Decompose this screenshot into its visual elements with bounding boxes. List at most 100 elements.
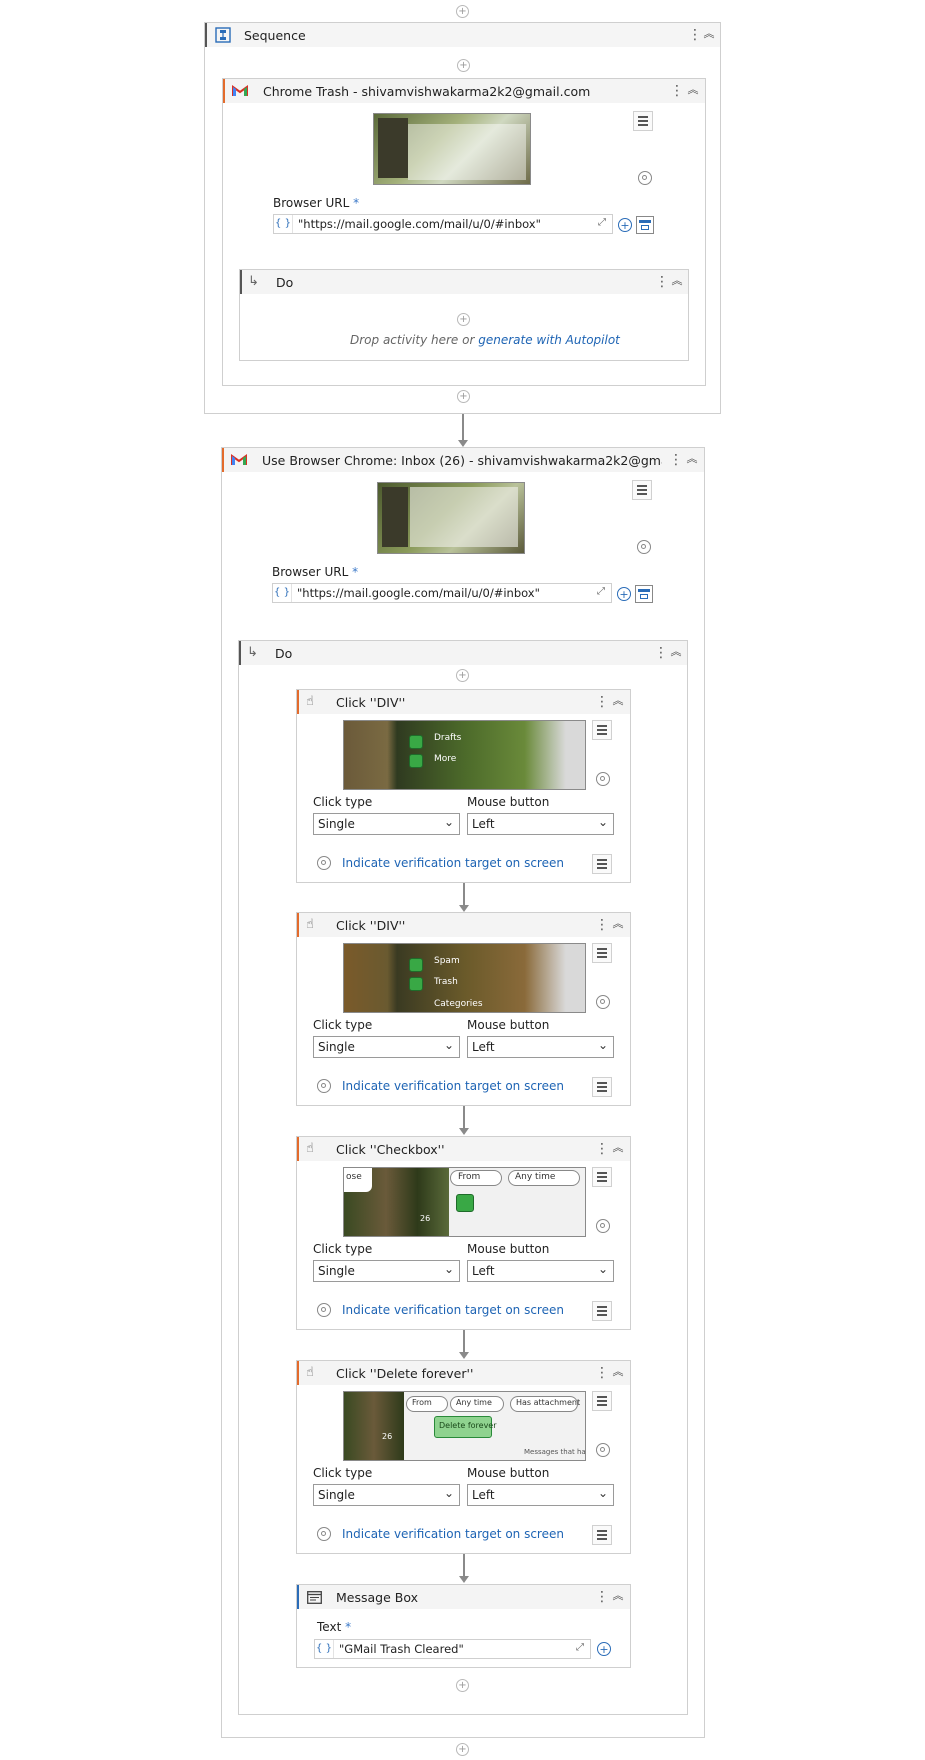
click-activity[interactable]: ☝ Click ''Delete forever'' ⋮ ︽ 26 From A… [296, 1360, 631, 1554]
click-type-select[interactable]: Single ⌄ [313, 813, 460, 835]
add-activity-icon[interactable]: + [456, 5, 469, 18]
message-box-header[interactable]: Message Box ⋮ ︽ [297, 1585, 630, 1609]
kebab-icon[interactable]: ⋮ [688, 27, 702, 43]
verification-link[interactable]: Indicate verification target on screen [342, 1079, 564, 1093]
kebab-icon[interactable]: ⋮ [655, 274, 669, 290]
mouse-button-select[interactable]: Left ⌄ [467, 813, 614, 835]
browser-url-field[interactable]: { } "https://mail.google.com/mail/u/0/#i… [273, 214, 613, 234]
browser-screenshot-thumbnail[interactable] [373, 113, 531, 185]
collapse-icon[interactable]: ︽ [669, 644, 683, 660]
chrome-trash-header[interactable]: Chrome Trash - shivamvishwakarma2k2@gmai… [223, 79, 705, 103]
collapse-icon[interactable]: ︽ [611, 916, 625, 932]
collapse-icon[interactable]: ︽ [611, 1140, 625, 1156]
expand-icon[interactable]: ⤢ [576, 1642, 584, 1653]
menu-icon[interactable] [592, 720, 612, 740]
expression-icon: { } [315, 1640, 334, 1658]
browser-url-label: Browser URL * [272, 565, 359, 579]
click-header[interactable]: ☝ Click ''Checkbox'' ⋮ ︽ [297, 1137, 630, 1161]
click-type-select[interactable]: Single ⌄ [313, 1260, 460, 1282]
sequence-container: Sequence ⋮ ︽ + Chrome Trash - shivamvish… [204, 22, 721, 414]
collapse-icon[interactable]: ︽ [686, 82, 700, 98]
menu-icon[interactable] [592, 1525, 612, 1545]
target-icon[interactable] [596, 1443, 610, 1457]
collapse-icon[interactable]: ︽ [611, 693, 625, 709]
menu-icon[interactable] [632, 480, 652, 500]
click-activity[interactable]: ☝ Click ''DIV'' ⋮ ︽ Drafts More Click ty… [296, 689, 631, 883]
mouse-button-select[interactable]: Left ⌄ [467, 1036, 614, 1058]
collapse-icon[interactable]: ︽ [702, 26, 716, 42]
click-icon: ☝ [306, 917, 314, 932]
menu-icon[interactable] [592, 943, 612, 963]
target-screenshot[interactable]: Spam Trash Categories [343, 943, 586, 1013]
kebab-icon[interactable]: ⋮ [669, 452, 683, 468]
kebab-icon[interactable]: ⋮ [595, 694, 609, 710]
add-activity-icon[interactable]: + [456, 1743, 469, 1756]
collapse-icon[interactable]: ︽ [611, 1364, 625, 1380]
window-icon[interactable] [636, 216, 654, 234]
add-variable-icon[interactable]: + [618, 218, 632, 232]
kebab-icon[interactable]: ⋮ [595, 1141, 609, 1157]
verification-link[interactable]: Indicate verification target on screen [342, 1303, 564, 1317]
target-icon[interactable] [637, 540, 651, 554]
mouse-button-label: Mouse button [467, 1466, 550, 1480]
expand-icon[interactable]: ⤢ [598, 217, 606, 228]
mouse-button-select[interactable]: Left ⌄ [467, 1484, 614, 1506]
add-activity-icon[interactable]: + [457, 313, 470, 326]
verification-link[interactable]: Indicate verification target on screen [342, 1527, 564, 1541]
gmail-icon [231, 454, 247, 465]
use-browser-header[interactable]: Use Browser Chrome: Inbox (26) - shivamv… [222, 448, 704, 472]
message-text-field[interactable]: { } "GMail Trash Cleared" ⤢ [314, 1639, 591, 1659]
menu-icon[interactable] [592, 1391, 612, 1411]
target-icon[interactable] [596, 995, 610, 1009]
click-header[interactable]: ☝ Click ''DIV'' ⋮ ︽ [297, 913, 630, 937]
message-box-activity[interactable]: Message Box ⋮ ︽ Text * { } "GMail Trash … [296, 1584, 631, 1668]
kebab-icon[interactable]: ⋮ [654, 645, 668, 661]
menu-icon[interactable] [592, 1301, 612, 1321]
do-header[interactable]: ↳ Do ⋮ ︽ [240, 270, 688, 294]
kebab-icon[interactable]: ⋮ [595, 1589, 609, 1605]
click-activity[interactable]: ☝ Click ''Checkbox'' ⋮ ︽ ose From Any ti… [296, 1136, 631, 1330]
kebab-icon[interactable]: ⋮ [670, 83, 684, 99]
sequence-header[interactable]: Sequence ⋮ ︽ [205, 23, 720, 47]
verification-link[interactable]: Indicate verification target on screen [342, 856, 564, 870]
collapse-icon[interactable]: ︽ [611, 1588, 625, 1604]
shot-text: From [458, 1172, 481, 1182]
mouse-button-select[interactable]: Left ⌄ [467, 1260, 614, 1282]
autopilot-link[interactable]: generate with Autopilot [478, 333, 620, 347]
target-icon[interactable] [596, 1219, 610, 1233]
kebab-icon[interactable]: ⋮ [595, 1365, 609, 1381]
click-type-select[interactable]: Single ⌄ [313, 1484, 460, 1506]
mouse-button-label: Mouse button [467, 795, 550, 809]
add-variable-icon[interactable]: + [597, 1642, 611, 1656]
do-header[interactable]: ↳ Do ⋮ ︽ [239, 641, 687, 665]
menu-icon[interactable] [633, 111, 653, 131]
message-text-value: "GMail Trash Cleared" [339, 1642, 464, 1656]
add-activity-icon[interactable]: + [457, 390, 470, 403]
chrome-trash-activity[interactable]: Chrome Trash - shivamvishwakarma2k2@gmai… [222, 78, 706, 386]
add-activity-icon[interactable]: + [457, 59, 470, 72]
expand-icon[interactable]: ⤢ [597, 586, 605, 597]
add-activity-icon[interactable]: + [456, 1679, 469, 1692]
target-icon[interactable] [596, 772, 610, 786]
menu-icon[interactable] [592, 1167, 612, 1187]
message-box-icon [307, 1591, 322, 1604]
menu-icon[interactable] [592, 1077, 612, 1097]
target-screenshot[interactable]: ose From Any time 26 [343, 1167, 586, 1237]
click-type-select[interactable]: Single ⌄ [313, 1036, 460, 1058]
use-browser-activity[interactable]: Use Browser Chrome: Inbox (26) - shivamv… [221, 447, 705, 1738]
menu-icon[interactable] [592, 854, 612, 874]
add-activity-icon[interactable]: + [456, 669, 469, 682]
click-header[interactable]: ☝ Click ''DIV'' ⋮ ︽ [297, 690, 630, 714]
target-screenshot[interactable]: Drafts More [343, 720, 586, 790]
browser-url-field[interactable]: { } "https://mail.google.com/mail/u/0/#i… [272, 583, 612, 603]
click-activity[interactable]: ☝ Click ''DIV'' ⋮ ︽ Spam Trash Categorie… [296, 912, 631, 1106]
window-icon[interactable] [635, 585, 653, 603]
browser-screenshot-thumbnail[interactable] [377, 482, 525, 554]
collapse-icon[interactable]: ︽ [685, 451, 699, 467]
collapse-icon[interactable]: ︽ [670, 273, 684, 289]
click-header[interactable]: ☝ Click ''Delete forever'' ⋮ ︽ [297, 1361, 630, 1385]
add-variable-icon[interactable]: + [617, 587, 631, 601]
target-screenshot[interactable]: 26 From Any time Has attachment Delete f… [343, 1391, 586, 1461]
kebab-icon[interactable]: ⋮ [595, 917, 609, 933]
target-icon[interactable] [638, 171, 652, 185]
